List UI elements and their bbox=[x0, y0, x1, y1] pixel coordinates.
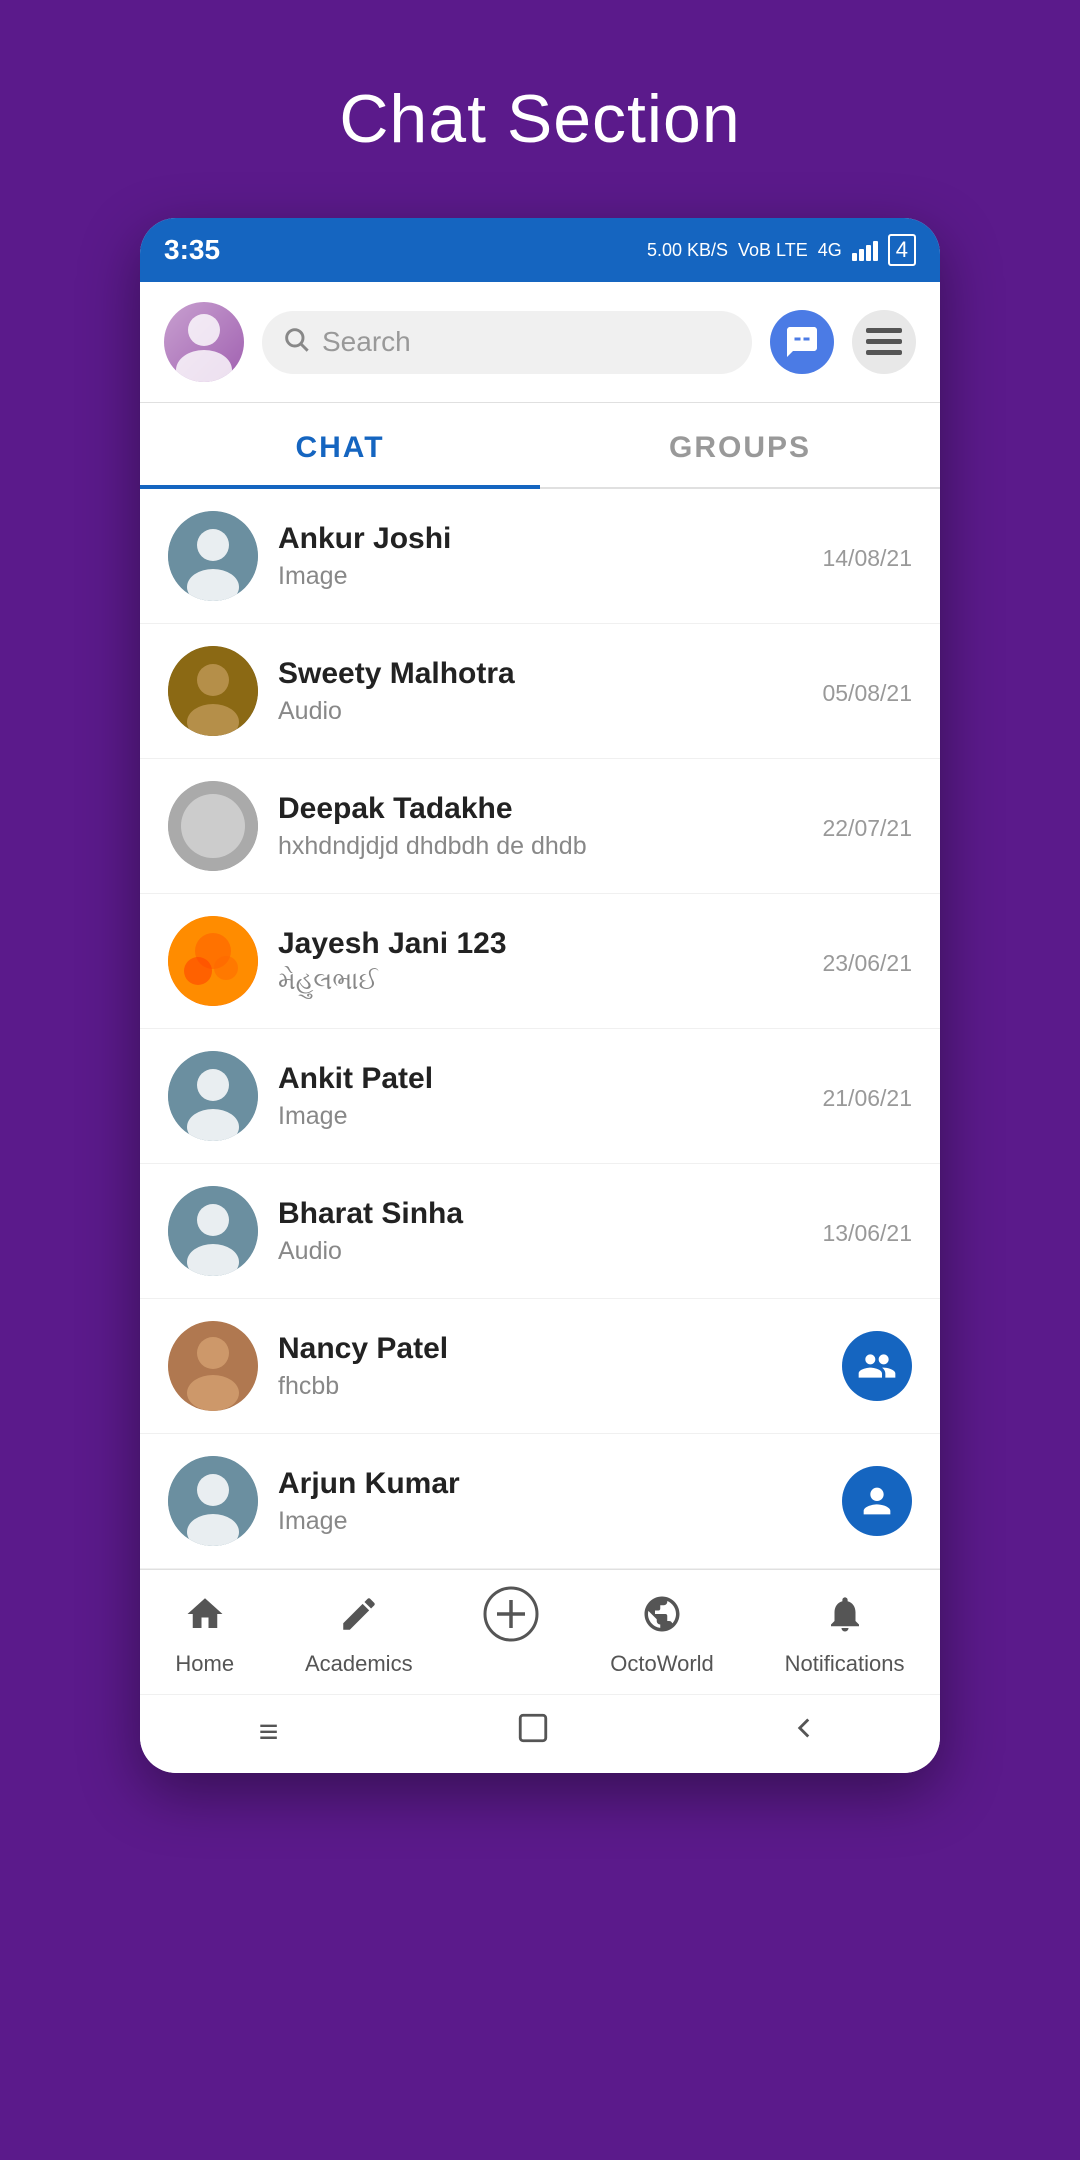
chat-name: Sweety Malhotra bbox=[278, 657, 802, 691]
chat-list: Ankur Joshi Image 14/08/21 Sweety Malhot… bbox=[140, 489, 940, 1569]
chat-info: Sweety Malhotra Audio bbox=[278, 657, 802, 726]
add-icon bbox=[483, 1586, 539, 1652]
nav-item-academics[interactable]: Academics bbox=[305, 1593, 413, 1677]
chat-info: Ankur Joshi Image bbox=[278, 522, 802, 591]
chat-info: Jayesh Jani 123 મેહુલભાઈ bbox=[278, 927, 802, 996]
chat-info: Ankit Patel Image bbox=[278, 1062, 802, 1131]
search-bar[interactable]: Search bbox=[262, 311, 752, 374]
status-4g: 4G bbox=[818, 240, 842, 261]
chat-date: 21/06/21 bbox=[822, 1085, 912, 1112]
avatar bbox=[168, 1456, 258, 1546]
avatar bbox=[168, 646, 258, 736]
list-item[interactable]: Ankur Joshi Image 14/08/21 bbox=[140, 489, 940, 624]
status-speed: 5.00 KB/S bbox=[647, 240, 728, 261]
chat-info: Bharat Sinha Audio bbox=[278, 1197, 802, 1266]
nav-item-octoworld[interactable]: OctoWorld bbox=[610, 1593, 714, 1677]
chat-date: 14/08/21 bbox=[822, 545, 912, 572]
nav-item-add[interactable]: Add bbox=[483, 1586, 539, 1684]
chat-preview: Image bbox=[278, 1507, 822, 1536]
phone-frame: 3:35 5.00 KB/S VoB LTE 4G 4 bbox=[140, 218, 940, 1773]
profile-avatar[interactable] bbox=[164, 302, 244, 382]
nav-item-notifications[interactable]: Notifications bbox=[785, 1593, 905, 1677]
nav-item-home[interactable]: Home bbox=[175, 1593, 234, 1677]
avatar bbox=[168, 916, 258, 1006]
chat-info: Deepak Tadakhe hxhdndjdjd dhdbdh de dhdb bbox=[278, 792, 802, 861]
tab-groups[interactable]: GROUPS bbox=[540, 403, 940, 487]
battery-icon: 4 bbox=[888, 234, 916, 266]
system-nav-bar: ≡ bbox=[140, 1694, 940, 1773]
list-item[interactable]: Sweety Malhotra Audio 05/08/21 bbox=[140, 624, 940, 759]
status-time: 3:35 bbox=[164, 234, 220, 266]
app-header: Search bbox=[140, 282, 940, 403]
person-badge-icon bbox=[842, 1466, 912, 1536]
avatar bbox=[168, 511, 258, 601]
chat-preview: મેહુલભાઈ bbox=[278, 967, 802, 996]
chat-preview: Audio bbox=[278, 697, 802, 726]
chat-preview: Image bbox=[278, 1102, 802, 1131]
chat-date: 05/08/21 bbox=[822, 680, 912, 707]
chat-date: 13/06/21 bbox=[822, 1220, 912, 1247]
list-item[interactable]: Bharat Sinha Audio 13/06/21 bbox=[140, 1164, 940, 1299]
page-title: Chat Section bbox=[339, 80, 740, 158]
academics-icon bbox=[338, 1593, 380, 1645]
chat-name: Deepak Tadakhe bbox=[278, 792, 802, 826]
chat-date: 22/07/21 bbox=[822, 815, 912, 842]
status-icons: 5.00 KB/S VoB LTE 4G 4 bbox=[647, 234, 916, 266]
chat-preview: Audio bbox=[278, 1237, 802, 1266]
nav-label-home: Home bbox=[175, 1651, 234, 1677]
signal-bars-icon bbox=[852, 239, 878, 261]
chat-date: 23/06/21 bbox=[822, 950, 912, 977]
notifications-icon bbox=[824, 1593, 866, 1645]
chat-info: Arjun Kumar Image bbox=[278, 1467, 822, 1536]
list-item[interactable]: Arjun Kumar Image bbox=[140, 1434, 940, 1569]
list-item[interactable]: Jayesh Jani 123 મેહુલભાઈ 23/06/21 bbox=[140, 894, 940, 1029]
bottom-nav: Home Academics Add bbox=[140, 1569, 940, 1694]
menu-icon-button[interactable] bbox=[852, 310, 916, 374]
status-bar: 3:35 5.00 KB/S VoB LTE 4G 4 bbox=[140, 218, 940, 282]
avatar bbox=[168, 1051, 258, 1141]
search-icon bbox=[282, 325, 310, 360]
tab-chat[interactable]: CHAT bbox=[140, 403, 540, 487]
chat-name: Nancy Patel bbox=[278, 1332, 822, 1366]
system-back-icon[interactable] bbox=[787, 1711, 821, 1753]
avatar bbox=[168, 1321, 258, 1411]
list-item[interactable]: Ankit Patel Image 21/06/21 bbox=[140, 1029, 940, 1164]
chat-name: Ankur Joshi bbox=[278, 522, 802, 556]
system-home-icon[interactable] bbox=[516, 1711, 550, 1753]
group-badge-icon bbox=[842, 1331, 912, 1401]
avatar bbox=[168, 781, 258, 871]
chat-preview: Image bbox=[278, 562, 802, 591]
status-network: VoB LTE bbox=[738, 240, 808, 261]
chat-name: Jayesh Jani 123 bbox=[278, 927, 802, 961]
chat-name: Bharat Sinha bbox=[278, 1197, 802, 1231]
avatar bbox=[168, 1186, 258, 1276]
message-icon-button[interactable] bbox=[770, 310, 834, 374]
nav-label-notifications: Notifications bbox=[785, 1651, 905, 1677]
nav-label-octoworld: OctoWorld bbox=[610, 1651, 714, 1677]
chat-preview: fhcbb bbox=[278, 1372, 822, 1401]
home-icon bbox=[184, 1593, 226, 1645]
list-item[interactable]: Nancy Patel fhcbb bbox=[140, 1299, 940, 1434]
chat-name: Arjun Kumar bbox=[278, 1467, 822, 1501]
tab-bar: CHAT GROUPS bbox=[140, 403, 940, 489]
system-menu-icon[interactable]: ≡ bbox=[259, 1713, 279, 1752]
chat-info: Nancy Patel fhcbb bbox=[278, 1332, 822, 1401]
search-placeholder: Search bbox=[322, 326, 411, 358]
chat-preview: hxhdndjdjd dhdbdh de dhdb bbox=[278, 832, 802, 861]
list-item[interactable]: Deepak Tadakhe hxhdndjdjd dhdbdh de dhdb… bbox=[140, 759, 940, 894]
nav-label-academics: Academics bbox=[305, 1651, 413, 1677]
chat-name: Ankit Patel bbox=[278, 1062, 802, 1096]
octoworld-icon bbox=[641, 1593, 683, 1645]
